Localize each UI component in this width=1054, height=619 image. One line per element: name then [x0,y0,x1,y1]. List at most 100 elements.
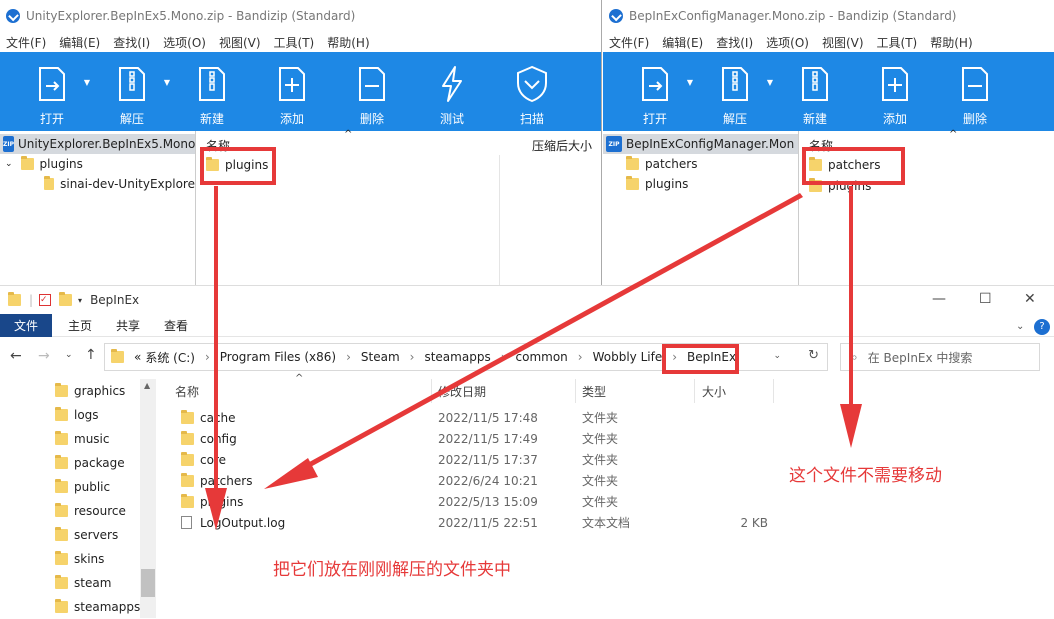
col-compressed-size[interactable]: 压缩后大小 [532,137,592,154]
scroll-up-icon[interactable]: ▲ [144,381,150,390]
breadcrumb-c-drive[interactable]: 系统 (C:) [145,349,195,366]
back-arrow-icon[interactable]: ← [10,348,22,364]
folder-icon [8,292,21,306]
chevron-down-icon[interactable]: ▼ [687,78,693,87]
tree-root[interactable]: ZIP UnityExplorer.BepInEx5.Mono [0,134,195,154]
menu-edit[interactable]: 编辑(E) [59,34,100,51]
menu-file[interactable]: 文件(F) [6,34,46,51]
col-divider [575,379,576,403]
new-button[interactable]: 新建 [775,52,855,131]
nav-item-servers[interactable]: servers [0,523,156,547]
open-button[interactable]: 打开 ▼ [615,52,695,131]
chevron-down-icon[interactable]: ▼ [84,78,90,87]
breadcrumb-steam[interactable]: Steam [361,350,400,364]
menu-find[interactable]: 查找(I) [716,34,753,51]
scroll-thumb[interactable] [141,569,155,597]
scan-button[interactable]: 扫描 [492,52,572,131]
search-icon: ⌕ [851,349,858,364]
menu-find[interactable]: 查找(I) [113,34,150,51]
nav-item-package[interactable]: package [0,451,156,475]
chevron-down-icon[interactable]: ▼ [164,78,170,87]
nav-item-music[interactable]: music [0,427,156,451]
nav-item-resource[interactable]: resource [0,499,156,523]
add-button[interactable]: 添加 [855,52,935,131]
address-dropdown-icon[interactable]: ⌄ [773,351,781,361]
archive-tree: ZIP BepInExConfigManager.Mon patchers pl… [603,131,799,285]
close-button[interactable]: ✕ [1024,291,1036,307]
new-button[interactable]: 新建 [172,52,252,131]
forward-arrow-icon[interactable]: → [38,348,50,364]
zip-icon: ZIP [3,136,14,152]
extract-button[interactable]: 解压 ▼ [695,52,775,131]
nav-item-steamapps[interactable]: steamapps [0,595,156,619]
menu-help[interactable]: 帮助(H) [327,34,369,51]
col-date[interactable]: 修改日期 [438,383,486,400]
breadcrumb-steamapps[interactable]: steamapps [424,350,490,364]
col-divider [694,379,695,403]
col-type[interactable]: 类型 [582,383,606,400]
tab-view[interactable]: 查看 [164,317,188,334]
breadcrumb-wobbly-life[interactable]: Wobbly Life [593,350,663,364]
new-folder-icon[interactable] [59,292,73,306]
refresh-icon[interactable]: ↻ [808,348,819,363]
chevron-down-icon[interactable]: ▼ [767,78,773,87]
tree-item-plugins[interactable]: ⌄ plugins [0,154,195,174]
tree-item-plugins[interactable]: plugins [603,174,798,194]
menu-edit[interactable]: 编辑(E) [662,34,703,51]
col-name[interactable]: 名称 [175,383,199,400]
menu-tools[interactable]: 工具(T) [877,34,918,51]
table-row[interactable]: config 2022/11/5 17:49 文件夹 [165,428,1054,449]
table-row[interactable]: cache 2022/11/5 17:48 文件夹 [165,407,1054,428]
lightning-icon [442,66,462,102]
tree-item-patchers[interactable]: patchers [603,154,798,174]
breadcrumb-common[interactable]: common [516,350,568,364]
tab-share[interactable]: 共享 [116,317,140,334]
menu-view[interactable]: 视图(V) [219,34,261,51]
menu-file[interactable]: 文件(F) [609,34,649,51]
extract-button[interactable]: 解压 ▼ [92,52,172,131]
delete-button[interactable]: 删除 [332,52,412,131]
extract-icon [722,67,748,101]
column-divider [499,155,500,285]
menu-options[interactable]: 选项(O) [163,34,206,51]
tree-item-sinai[interactable]: sinai-dev-UnityExplore [0,174,195,194]
col-size[interactable]: 大小 [702,383,726,400]
delete-button[interactable]: 删除 [935,52,1015,131]
folder-icon [55,383,68,397]
nav-item-steam[interactable]: steam [0,571,156,595]
folder-icon [111,349,124,363]
table-row[interactable]: LogOutput.log 2022/11/5 22:51 文本文档 2 KB [165,512,1054,533]
search-input[interactable]: ⌕ 在 BepInEx 中搜索 [840,343,1040,371]
folder-icon [55,527,68,541]
menu-tools[interactable]: 工具(T) [274,34,315,51]
nav-scrollbar[interactable]: ▲ [140,379,156,618]
add-button[interactable]: 添加 [252,52,332,131]
quick-access-dropdown-icon[interactable]: ▾ [78,296,82,305]
recent-dropdown-icon[interactable]: ⌄ [65,350,73,360]
nav-item-public[interactable]: public [0,475,156,499]
open-button[interactable]: 打开 ▼ [12,52,92,131]
zip-icon: ZIP [606,136,622,152]
menu-help[interactable]: 帮助(H) [930,34,972,51]
nav-item-graphics[interactable]: graphics [0,379,156,403]
test-button[interactable]: 测试 [412,52,492,131]
up-arrow-icon[interactable]: ↑ [85,347,97,363]
menu-view[interactable]: 视图(V) [822,34,864,51]
tab-file[interactable]: 文件 [0,313,52,337]
nav-item-skins[interactable]: skins [0,547,156,571]
help-icon[interactable]: ? [1034,319,1050,335]
breadcrumb-program-files[interactable]: Program Files (x86) [220,350,336,364]
tab-home[interactable]: 主页 [68,317,92,334]
breadcrumb-overflow[interactable]: « [134,350,141,364]
nav-item-logs[interactable]: logs [0,403,156,427]
minimize-button[interactable]: — [932,291,946,307]
expand-ribbon-icon[interactable]: ⌄ [1016,321,1024,332]
table-row[interactable]: plugins 2022/5/13 15:09 文件夹 [165,491,1054,512]
menu-options[interactable]: 选项(O) [766,34,809,51]
tree-root[interactable]: ZIP BepInExConfigManager.Mon [603,134,798,154]
menu-bar: 文件(F) 编辑(E) 查找(I) 选项(O) 视图(V) 工具(T) 帮助(H… [0,32,601,52]
folder-icon [181,430,194,445]
properties-icon[interactable]: ✓ [39,294,52,306]
maximize-button[interactable]: ☐ [979,291,992,307]
expand-chevron-icon[interactable]: ⌄ [5,159,13,169]
